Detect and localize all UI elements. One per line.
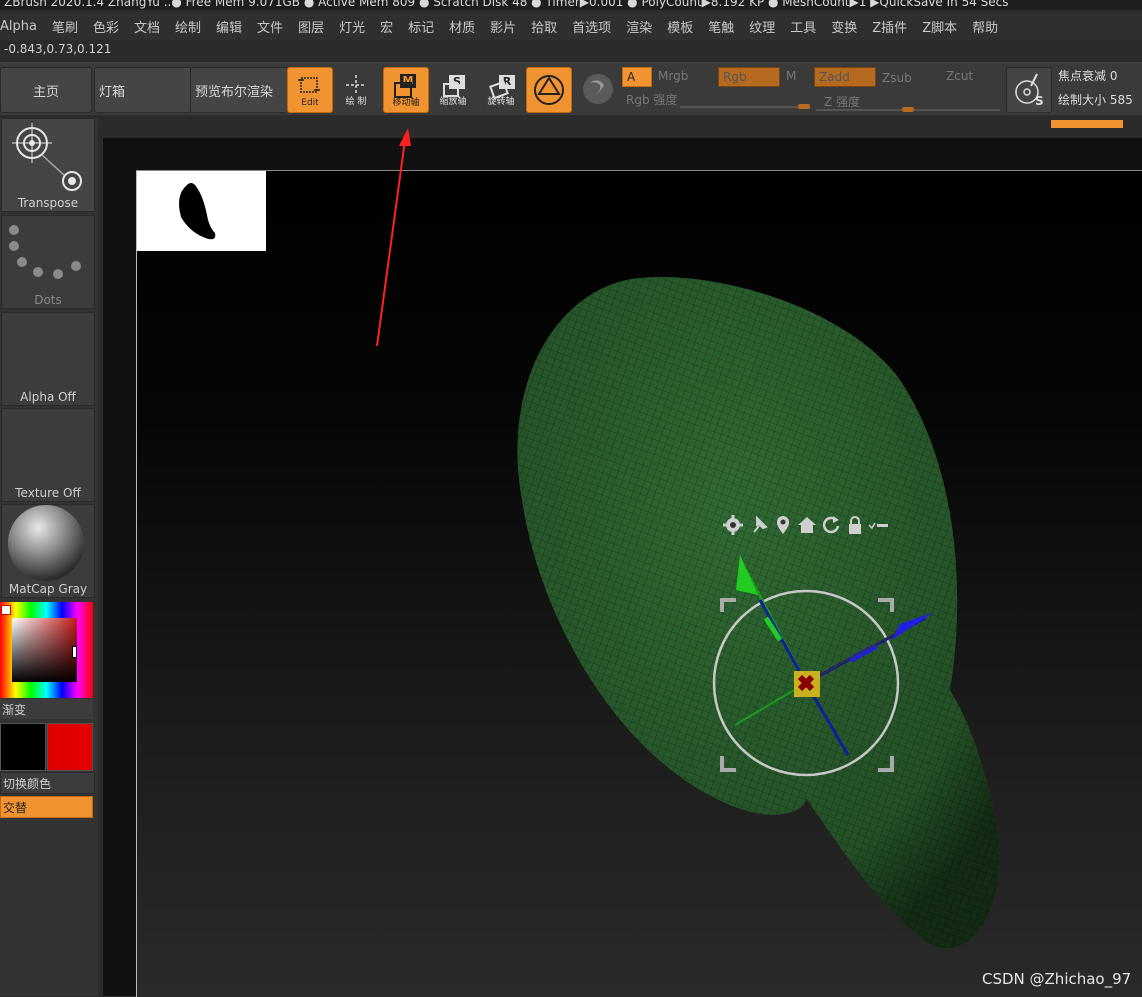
minus-icon[interactable] xyxy=(868,514,890,536)
watermark: CSDN @Zhichao_97 xyxy=(982,970,1132,988)
home-icon[interactable] xyxy=(796,514,818,536)
reset-icon[interactable] xyxy=(820,514,842,536)
gizmo-options-bar xyxy=(722,514,892,536)
annotation-arrow xyxy=(376,128,411,347)
lock-icon[interactable] xyxy=(844,514,866,536)
gear-icon[interactable] xyxy=(722,514,744,536)
sculpt-mesh[interactable] xyxy=(517,276,1000,949)
viewport-overlay xyxy=(376,128,1000,949)
location-icon[interactable] xyxy=(772,514,794,536)
pin-icon[interactable] xyxy=(748,514,770,536)
